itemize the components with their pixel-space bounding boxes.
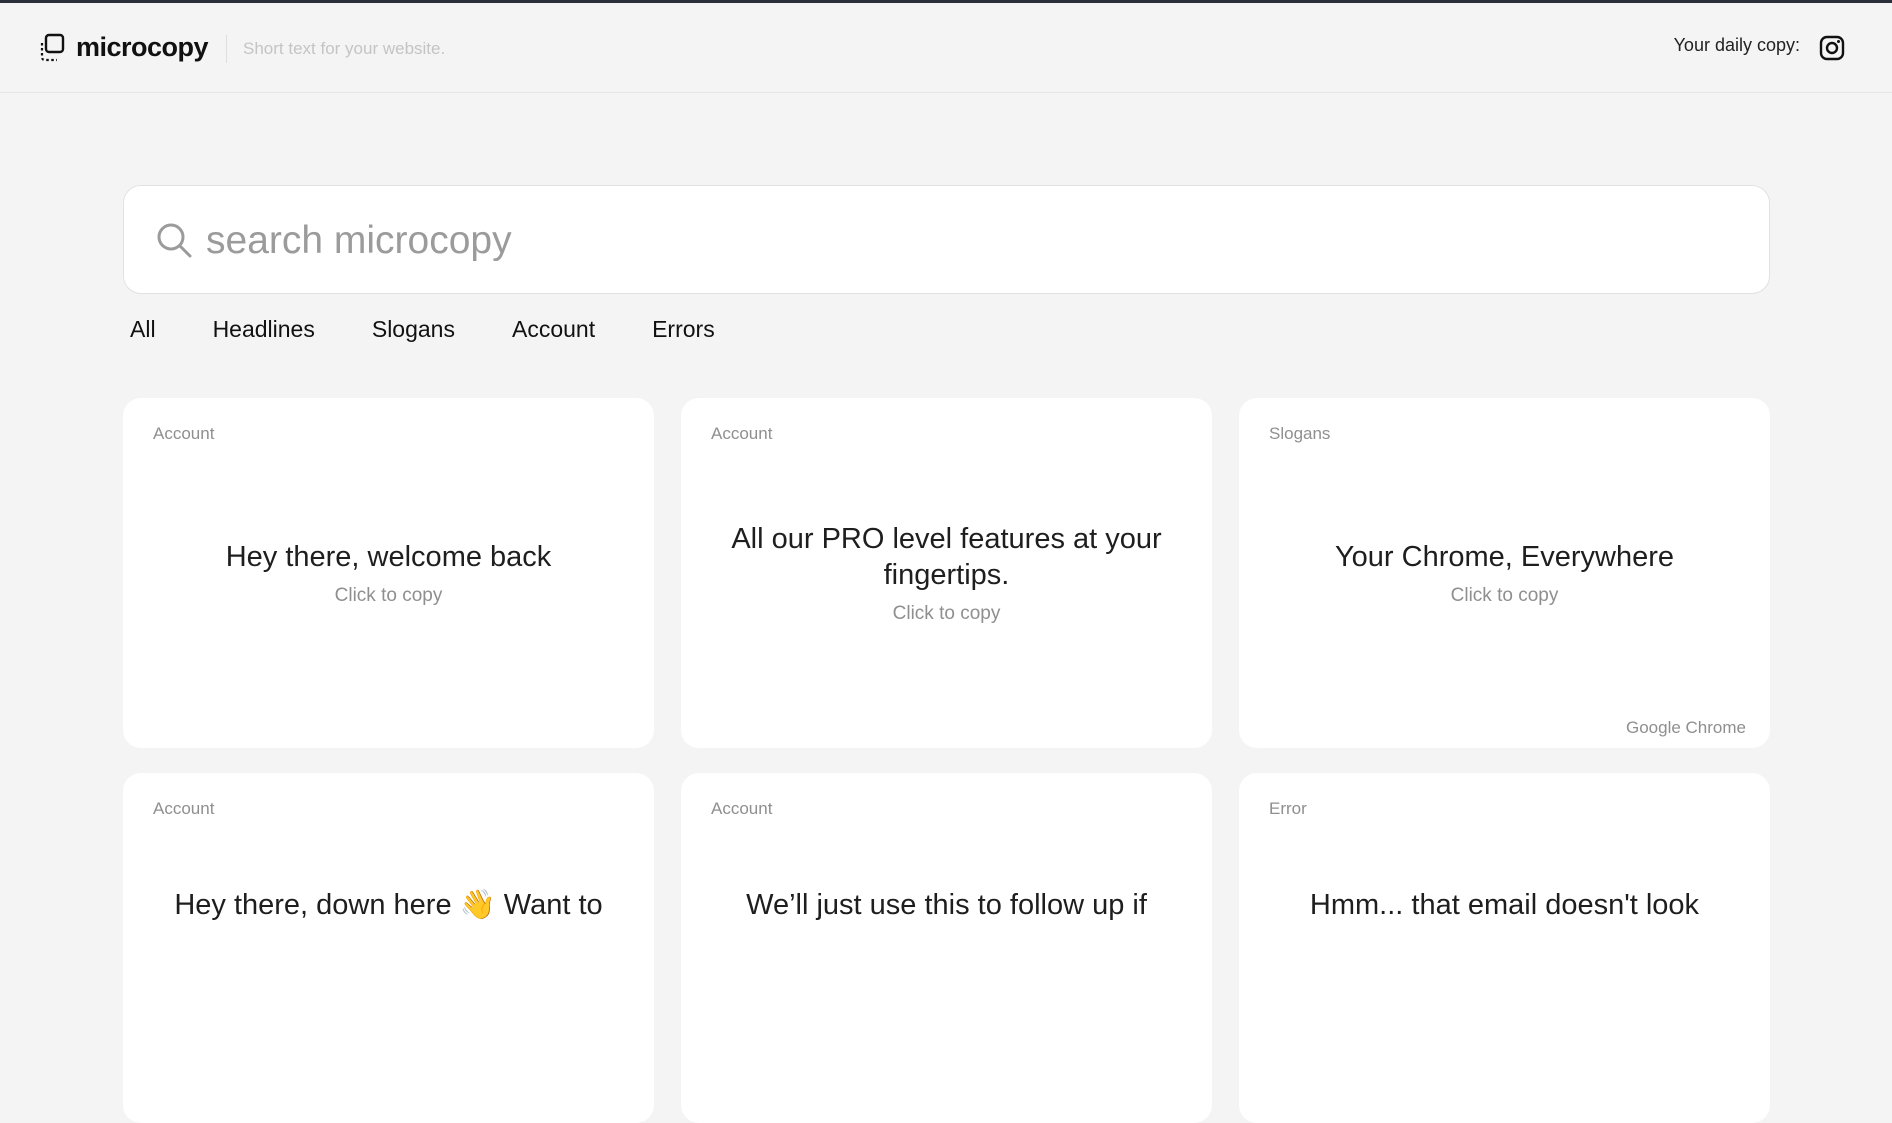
copy-card[interactable]: Account Hey there, down here 👋 Want to: [123, 773, 654, 1123]
copy-card[interactable]: Slogans Your Chrome, Everywhere Click to…: [1239, 398, 1770, 748]
tagline: Short text for your website.: [243, 39, 446, 58]
header-divider: [226, 35, 227, 63]
tab-account[interactable]: Account: [512, 316, 595, 343]
copy-squares-icon: [40, 33, 65, 61]
card-text: Hey there, down here 👋 Want to: [174, 889, 603, 921]
search-icon: [157, 223, 192, 258]
click-to-copy-hint: Click to copy: [334, 585, 443, 606]
click-to-copy-hint: Click to copy: [892, 603, 1001, 624]
tab-headlines[interactable]: Headlines: [213, 316, 315, 343]
card-text: We’ll just use this to follow up if: [746, 889, 1147, 921]
search-box: [123, 185, 1770, 294]
search-input[interactable]: [204, 210, 1748, 272]
brand-link[interactable]: microcopy: [38, 32, 209, 63]
instagram-icon[interactable]: [1818, 34, 1846, 62]
tab-errors[interactable]: Errors: [652, 316, 715, 343]
tab-all[interactable]: All: [130, 316, 156, 343]
brand-name: microcopy: [76, 32, 209, 62]
click-to-copy-hint: Click to copy: [1450, 585, 1559, 606]
tab-slogans[interactable]: Slogans: [372, 316, 455, 343]
card-source: Google Chrome: [1625, 718, 1746, 737]
card-text: All our PRO level features at your finge…: [731, 523, 1162, 591]
copy-card[interactable]: Account Hey there, welcome back Click to…: [123, 398, 654, 748]
card-text: Your Chrome, Everywhere: [1334, 541, 1675, 573]
card-text: Hmm... that email doesn't look: [1309, 889, 1700, 921]
copy-card[interactable]: Error Hmm... that email doesn't look: [1239, 773, 1770, 1123]
site-header: microcopy Short text for your website. Y…: [0, 3, 1892, 93]
copy-card[interactable]: Account All our PRO level features at yo…: [681, 398, 1212, 748]
copy-card[interactable]: Account We’ll just use this to follow up…: [681, 773, 1212, 1123]
card-text: Hey there, welcome back: [225, 541, 552, 573]
category-tabs: All Headlines Slogans Account Errors: [130, 316, 772, 343]
daily-copy-label: Your daily copy:: [1673, 35, 1800, 55]
